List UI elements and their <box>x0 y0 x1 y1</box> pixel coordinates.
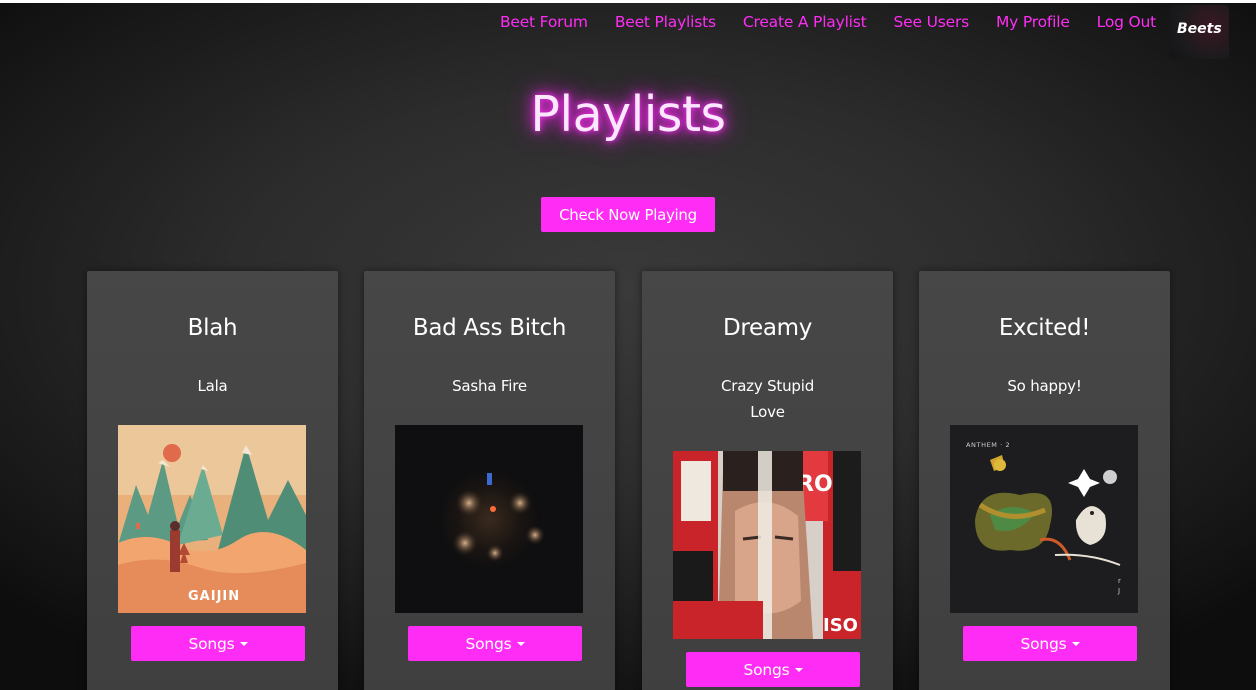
playlist-description: Crazy Stupid Love <box>720 377 815 421</box>
nav-log-out[interactable]: Log Out <box>1097 12 1157 32</box>
playlist-title: Excited! <box>998 315 1091 341</box>
nav-my-profile[interactable]: My Profile <box>996 12 1070 32</box>
nav-beet-playlists[interactable]: Beet Playlists <box>615 12 716 32</box>
songs-dropdown-button[interactable]: Songs <box>963 626 1137 661</box>
playlist-title: Dreamy <box>722 315 813 341</box>
songs-dropdown-button[interactable]: Songs <box>131 626 305 661</box>
album-art-gaijin: GAIJIN <box>118 425 306 613</box>
nav-see-users[interactable]: See Users <box>894 12 970 32</box>
playlist-card-bad-ass-bitch: Bad Ass Bitch Sasha Fire Songs <box>364 271 615 690</box>
songs-label: Songs <box>465 634 512 653</box>
svg-text:J: J <box>1117 587 1120 595</box>
caret-down-icon <box>1071 641 1080 646</box>
beets-logo[interactable]: Beets <box>1169 5 1229 59</box>
playlist-title: Blah <box>187 315 238 341</box>
songs-dropdown-button[interactable]: Songs <box>686 652 860 687</box>
songs-label: Songs <box>188 634 235 653</box>
caret-down-icon <box>239 641 248 646</box>
caret-down-icon <box>516 641 525 646</box>
caret-down-icon <box>794 667 803 672</box>
playlist-card-dreamy: Dreamy Crazy Stupid Love RO ISO Songs <box>642 271 893 690</box>
logo-text: Beets <box>1177 21 1222 37</box>
gaijin-text: GAIJIN <box>188 589 240 604</box>
anthem-text: ANTHEM · 2 <box>966 441 1010 449</box>
nav-create-playlist[interactable]: Create A Playlist <box>743 12 867 32</box>
album-art-dark-orbs <box>395 425 583 613</box>
check-now-playing-button[interactable]: Check Now Playing <box>541 197 715 232</box>
album-art-torn-poster: RO ISO <box>673 451 861 639</box>
playlist-card-blah: Blah Lala GAIJIN Songs <box>87 271 338 690</box>
playlist-description: So happy! <box>1007 377 1082 395</box>
top-nav: Beet Forum Beet Playlists Create A Playl… <box>473 12 1156 32</box>
playlist-description: Sasha Fire <box>452 377 527 395</box>
svg-text:r: r <box>1118 577 1121 585</box>
svg-text:ISO: ISO <box>823 615 858 636</box>
playlist-description: Lala <box>197 377 228 395</box>
page-title: Playlists <box>530 86 726 143</box>
playlist-card-excited: Excited! So happy! ANTHEM · 2 r J Songs <box>919 271 1170 690</box>
songs-label: Songs <box>743 660 790 679</box>
playlist-title: Bad Ass Bitch <box>412 315 567 341</box>
songs-dropdown-button[interactable]: Songs <box>408 626 582 661</box>
songs-label: Songs <box>1020 634 1067 653</box>
album-art-anthem: ANTHEM · 2 r J <box>950 425 1138 613</box>
nav-beet-forum[interactable]: Beet Forum <box>500 12 588 32</box>
top-border <box>0 0 1256 3</box>
